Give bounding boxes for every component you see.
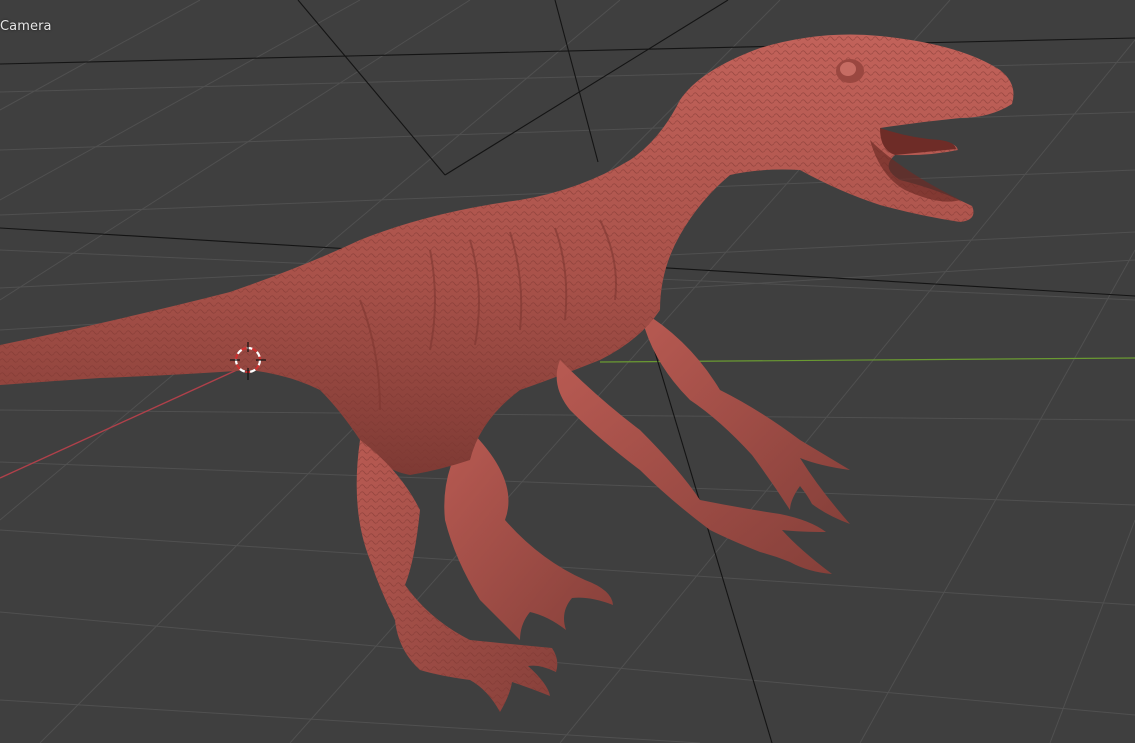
eye-highlight <box>840 62 856 76</box>
3d-viewport[interactable]: Camera <box>0 0 1135 743</box>
viewport-view-name: Camera <box>0 19 52 34</box>
viewport-scene[interactable] <box>0 0 1135 743</box>
